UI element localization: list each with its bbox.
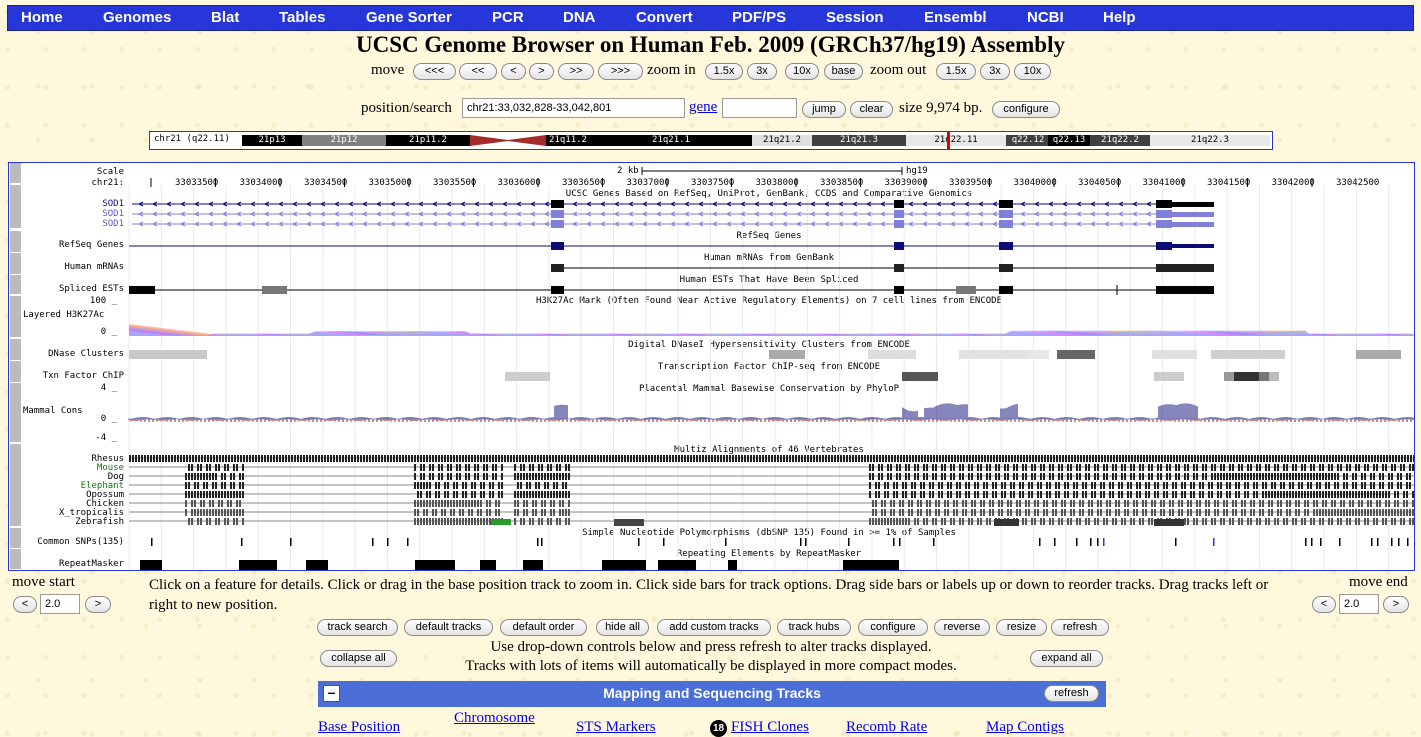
zoom-in-button-3[interactable]: 10x [785, 63, 819, 80]
nav-blat[interactable]: Blat [211, 9, 239, 26]
track-link-map-contigs[interactable]: Map Contigs [986, 719, 1064, 736]
ideogram-band: 21p12 [302, 135, 386, 146]
nav-pcr[interactable]: PCR [492, 9, 524, 26]
zoom-out-label: zoom out [870, 62, 927, 78]
nav-tables[interactable]: Tables [279, 9, 325, 26]
centromere [470, 135, 546, 146]
nav-session[interactable]: Session [826, 9, 884, 26]
configure-button[interactable]: configure [992, 101, 1060, 118]
gene-link[interactable]: gene [689, 99, 717, 116]
control-reverse-button[interactable]: reverse [934, 619, 990, 636]
fish-badge-icon: 18 [710, 720, 727, 737]
nav-pdf-ps[interactable]: PDF/PS [732, 9, 786, 26]
control-track-search-button[interactable]: track search [317, 619, 398, 636]
position-search-label: position/search [361, 100, 452, 116]
track-graphics[interactable] [9, 163, 1414, 570]
ideogram-position-marker [947, 132, 950, 149]
dropdown-note-2: Tracks with lots of items will automatic… [465, 658, 957, 674]
zoom-out-button-2[interactable]: 3x [980, 63, 1010, 80]
dropdown-note-1: Use drop-down controls below and press r… [490, 639, 932, 655]
nav-genomes[interactable]: Genomes [103, 9, 171, 26]
section-refresh-button[interactable]: refresh [1044, 685, 1099, 702]
move-start-left-button[interactable]: < [13, 596, 37, 613]
move-button-6[interactable]: >>> [598, 63, 643, 80]
move-start-right-button[interactable]: > [85, 596, 111, 613]
ideogram-band: 21p11.2 [386, 135, 470, 146]
move-button-4[interactable]: > [529, 63, 554, 80]
control-resize-button[interactable]: resize [996, 619, 1047, 636]
zoom-in-button-4[interactable]: base [824, 63, 863, 80]
move-start-input[interactable]: 2.0 [40, 594, 80, 614]
nav-ensembl[interactable]: Ensembl [924, 9, 987, 26]
ideogram-band: 21q22.2 [1090, 135, 1150, 146]
zoom-in-label: zoom in [647, 62, 696, 78]
ideogram-chrom-label: chr21 (q22.11) [154, 134, 230, 144]
ideogram-band: 21q21.3 [812, 135, 906, 146]
ideogram-band: q22.13 [1048, 135, 1090, 146]
track-image[interactable]: Scale chr21: 2 kb hg19 33033500 33034000 3… [8, 162, 1415, 571]
page-title: UCSC Genome Browser on Human Feb. 2009 (… [356, 32, 1065, 57]
jump-button[interactable]: jump [802, 101, 846, 118]
move-label: move [371, 62, 405, 78]
chromosome-ideogram[interactable]: chr21 (q22.11) 21p13 21p12 21p11.2 21q11.2 2… [149, 131, 1273, 150]
expand-all-button[interactable]: expand all [1030, 650, 1103, 667]
clear-button[interactable]: clear [850, 101, 893, 118]
help-text: Click on a feature for details. Click or… [149, 577, 1269, 613]
zoom-in-button-1[interactable]: 1.5x [705, 63, 743, 80]
control-default-order-button[interactable]: default order [500, 619, 587, 636]
ideogram-band: 21q22.11 [906, 135, 1006, 146]
move-button-5[interactable]: >> [558, 63, 594, 80]
mapping-sequencing-header: – Mapping and Sequencing Tracks refresh [318, 681, 1106, 707]
control-default-tracks-button[interactable]: default tracks [404, 619, 493, 636]
position-search-input[interactable]: chr21:33,032,828-33,042,801 [462, 98, 685, 118]
control-configure-button[interactable]: configure [858, 619, 928, 636]
control-track-hubs-button[interactable]: track hubs [777, 619, 851, 636]
move-end-right-button[interactable]: > [1383, 596, 1409, 613]
nav-ncbi[interactable]: NCBI [1027, 9, 1064, 26]
section-title: Mapping and Sequencing Tracks [603, 685, 821, 701]
nav-help[interactable]: Help [1103, 9, 1136, 26]
ideogram-band: 21q11.2 [546, 135, 590, 146]
move-button-3[interactable]: < [501, 63, 526, 80]
zoom-out-button-1[interactable]: 1.5x [936, 63, 976, 80]
ideogram-band: 21p13 [242, 135, 302, 146]
ideogram-band: 21q21.2 [752, 135, 812, 146]
move-button-1[interactable]: <<< [413, 63, 456, 80]
ideogram-band: 21q21.1 [590, 135, 752, 146]
zoom-in-button-2[interactable]: 3x [747, 63, 777, 80]
move-end-left-button[interactable]: < [1312, 596, 1336, 613]
track-link-fish-clones[interactable]: FISH Clones [731, 719, 809, 736]
top-nav-bar: Home Genomes Blat Tables Gene Sorter PCR DNA Co… [7, 5, 1414, 31]
move-start-label: move start [12, 574, 75, 590]
move-end-input[interactable]: 2.0 [1339, 594, 1379, 614]
track-link-chromosome[interactable]: Chromosome [454, 710, 535, 727]
gene-input[interactable] [722, 98, 797, 118]
control-refresh-button[interactable]: refresh [1051, 619, 1109, 636]
ideogram-band: q22.12 [1006, 135, 1050, 146]
nav-convert[interactable]: Convert [636, 9, 693, 26]
move-button-2[interactable]: << [459, 63, 497, 80]
nav-home[interactable]: Home [21, 9, 63, 26]
collapse-all-button[interactable]: collapse all [320, 650, 397, 667]
size-text: size 9,974 bp. [899, 100, 983, 116]
nav-dna[interactable]: DNA [563, 9, 596, 26]
track-link-recomb-rate[interactable]: Recomb Rate [846, 719, 927, 736]
move-end-label: move end [1349, 574, 1408, 590]
ideogram-band: 21q22.3 [1150, 135, 1270, 146]
zoom-out-button-3[interactable]: 10x [1014, 63, 1051, 80]
nav-gene-sorter[interactable]: Gene Sorter [366, 9, 452, 26]
control-add-custom-tracks-button[interactable]: add custom tracks [657, 619, 771, 636]
track-link-sts-markers[interactable]: STS Markers [576, 719, 656, 736]
track-link-base-position[interactable]: Base Position [318, 719, 400, 736]
control-hide-all-button[interactable]: hide all [596, 619, 649, 636]
